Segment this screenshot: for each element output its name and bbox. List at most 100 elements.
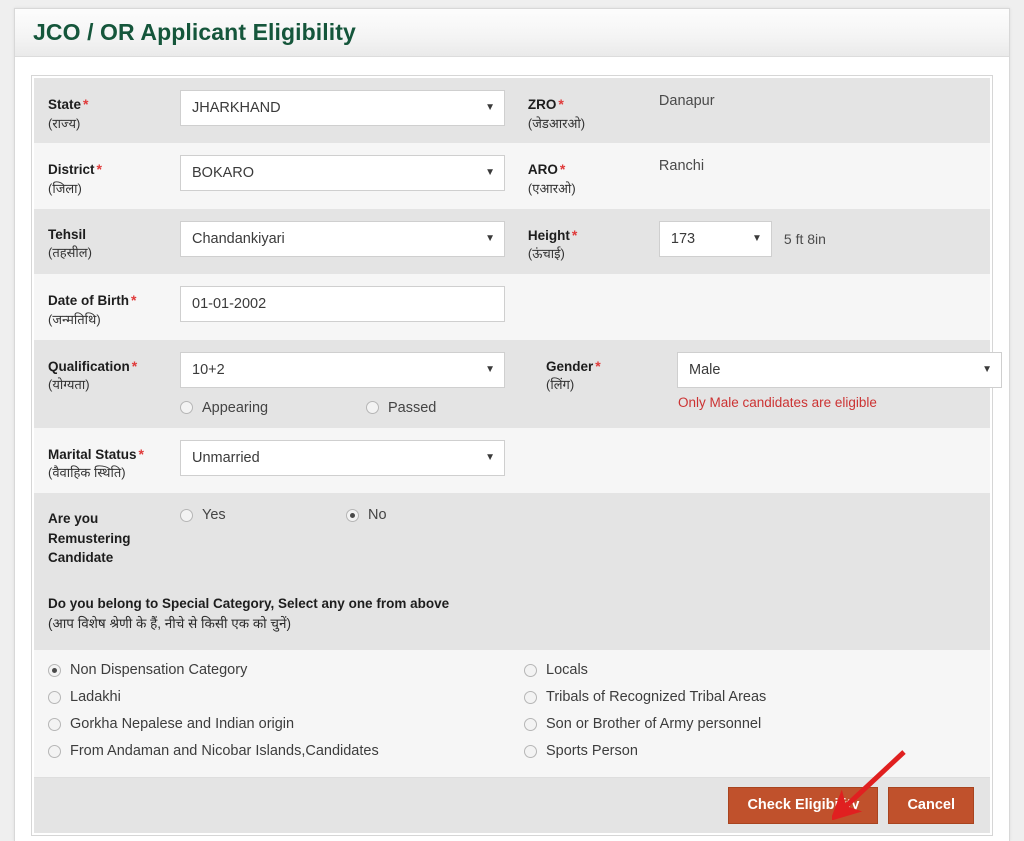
- radio-sports-person-icon[interactable]: [524, 744, 537, 758]
- gender-required-asterisk: *: [595, 357, 601, 374]
- qualification-label-hi: (योग्यता): [48, 377, 90, 393]
- check-eligibility-button[interactable]: Check Eligibility: [728, 787, 879, 824]
- radio-ladakhi-icon[interactable]: [48, 690, 61, 704]
- district-label: District * (जिला): [34, 143, 180, 208]
- dob-label: Date of Birth * (जन्मतिथि): [34, 274, 180, 339]
- qualification-select-value: 10+2: [192, 361, 225, 378]
- form-footer: Check Eligibility Cancel: [34, 777, 990, 834]
- chevron-down-icon: ▼: [485, 102, 495, 113]
- marital-status-label-hi: (वैवाहिक स्थिति): [48, 465, 126, 481]
- remustering-option-no[interactable]: No: [346, 507, 387, 523]
- chevron-down-icon: ▼: [485, 167, 495, 179]
- state-label: State * (राज्य): [34, 78, 180, 143]
- aro-value: Ranchi: [658, 158, 705, 175]
- special-category-option-gorkha-label: Gorkha Nepalese and Indian origin: [70, 716, 295, 733]
- tehsil-select-value: Chandankiyari: [192, 230, 285, 247]
- dob-input[interactable]: 01-01-2002: [180, 286, 505, 323]
- radio-remustering-no-icon[interactable]: [346, 508, 359, 522]
- form-row-qualification-gender: Qualification * (योग्यता) 10+2 ▼ Appeari…: [34, 339, 1002, 428]
- special-category-right-column: Locals Tribals of Recognized Tribal Area…: [512, 662, 976, 759]
- special-category-option-army-relative[interactable]: Son or Brother of Army personnel: [524, 716, 976, 732]
- tehsil-select[interactable]: Chandankiyari ▼: [180, 220, 505, 257]
- district-label-en: District: [48, 162, 95, 178]
- dob-control: 01-01-2002: [180, 274, 505, 332]
- radio-passed-icon[interactable]: [366, 401, 379, 415]
- qualification-select[interactable]: 10+2 ▼: [180, 351, 505, 388]
- page-root: JCO / OR Applicant Eligibility State * (र…: [0, 0, 1024, 841]
- state-control: JHARKHAND ▼: [180, 78, 505, 136]
- special-category-option-tribals-label: Tribals of Recognized Tribal Areas: [546, 689, 767, 706]
- qualification-option-passed[interactable]: Passed: [366, 400, 552, 416]
- radio-locals-icon[interactable]: [524, 663, 537, 677]
- remustering-options: Yes No: [180, 493, 387, 523]
- qualification-option-appearing-label: Appearing: [202, 399, 269, 416]
- gender-select[interactable]: Male ▼: [677, 351, 1002, 388]
- special-category-option-non-dispensation-label: Non Dispensation Category: [70, 662, 248, 679]
- zro-label-hi: (जेडआरओ): [527, 115, 586, 131]
- special-category-option-locals[interactable]: Locals: [524, 662, 976, 678]
- cancel-button[interactable]: Cancel: [888, 787, 974, 824]
- special-category-options: Non Dispensation Category Ladakhi Gorkha…: [34, 650, 990, 778]
- special-category-option-sports-person[interactable]: Sports Person: [524, 743, 976, 759]
- tehsil-label: Tehsil (तहसील): [34, 209, 180, 273]
- radio-andaman-icon[interactable]: [48, 744, 61, 758]
- special-category-option-ladakhi[interactable]: Ladakhi: [48, 689, 512, 705]
- radio-gorkha-icon[interactable]: [48, 717, 61, 731]
- qualification-required-asterisk: *: [131, 357, 138, 374]
- height-select-value: 173: [670, 230, 696, 247]
- radio-non-dispensation-icon[interactable]: [48, 663, 61, 677]
- form-row-state-zro: State * (राज्य) JHARKHAND ▼ ZRO * (जेडआर…: [34, 78, 990, 144]
- special-category-heading-hi: (आप विशेष श्रेणी के हैं, नीचे से किसी एक…: [48, 615, 291, 631]
- aro-label-en: ARO: [527, 162, 558, 178]
- form-row-tehsil-height: Tehsil (तहसील) Chandankiyari ▼ Height * …: [34, 208, 990, 275]
- district-select[interactable]: BOKARO ▼: [180, 155, 505, 192]
- special-category-option-tribals[interactable]: Tribals of Recognized Tribal Areas: [524, 689, 976, 705]
- aro-required-asterisk: *: [559, 161, 566, 178]
- qualification-option-appearing[interactable]: Appearing: [180, 400, 366, 416]
- radio-tribals-icon[interactable]: [524, 690, 537, 704]
- radio-appearing-icon[interactable]: [180, 401, 193, 415]
- special-category-option-non-dispensation[interactable]: Non Dispensation Category: [48, 662, 512, 678]
- marital-status-select[interactable]: Unmarried ▼: [180, 439, 505, 476]
- remustering-row-spacer: [514, 493, 990, 578]
- marital-status-required-asterisk: *: [138, 445, 144, 462]
- field-dob: Date of Birth * (जन्मतिथि) 01-01-2002: [34, 274, 514, 339]
- app-window: JCO / OR Applicant Eligibility State * (र…: [14, 8, 1010, 841]
- tehsil-control: Chandankiyari ▼: [180, 209, 505, 267]
- qualification-label: Qualification * (योग्यता): [34, 340, 180, 428]
- height-required-asterisk: *: [571, 226, 578, 243]
- gender-select-value: Male: [689, 361, 721, 378]
- remustering-label: Are you Remustering Candidate: [34, 493, 180, 578]
- aro-label-hi: (एआरओ): [527, 180, 576, 196]
- remustering-option-yes-label: Yes: [202, 507, 226, 524]
- field-zro: ZRO * (जेडआरओ) Danapur: [514, 78, 990, 143]
- marital-status-control: Unmarried ▼: [180, 428, 505, 486]
- page-title: JCO / OR Applicant Eligibility: [33, 19, 356, 45]
- height-select[interactable]: 173 ▼: [658, 220, 772, 257]
- state-select[interactable]: JHARKHAND ▼: [180, 90, 505, 126]
- zro-label-en: ZRO: [527, 97, 557, 112]
- eligibility-form: State * (राज्य) JHARKHAND ▼ ZRO * (जेडआर…: [32, 76, 1002, 835]
- qualification-control: 10+2 ▼: [180, 340, 552, 398]
- marital-status-label-en: Marital Status: [48, 446, 137, 462]
- remustering-option-yes[interactable]: Yes: [180, 507, 346, 523]
- aro-label: ARO * (एआरओ): [514, 143, 659, 208]
- gender-label-en: Gender: [546, 358, 594, 374]
- district-label-hi: (जिला): [48, 180, 82, 196]
- gender-label: Gender * (लिंग): [532, 340, 677, 405]
- special-category-option-ladakhi-label: Ladakhi: [70, 689, 121, 706]
- radio-remustering-yes-icon[interactable]: [180, 508, 193, 522]
- special-category-option-gorkha[interactable]: Gorkha Nepalese and Indian origin: [48, 716, 512, 732]
- marital-status-select-value: Unmarried: [192, 449, 260, 466]
- district-control: BOKARO ▼: [180, 143, 505, 201]
- remustering-label-line2: Candidate: [48, 550, 114, 566]
- remustering-label-line1: Are you Remustering: [48, 511, 131, 546]
- height-control: 173 ▼ 5 ft 8in: [658, 209, 826, 267]
- radio-army-relative-icon[interactable]: [524, 717, 537, 731]
- remustering-option-no-label: No: [368, 507, 387, 524]
- field-tehsil: Tehsil (तहसील) Chandankiyari ▼: [34, 209, 514, 274]
- field-height: Height * (ऊंचाई) 173 ▼ 5 ft 8in: [514, 209, 990, 274]
- chevron-down-icon: ▼: [485, 363, 495, 375]
- height-label-hi: (ऊंचाई): [527, 246, 565, 262]
- special-category-option-andaman[interactable]: From Andaman and Nicobar Islands,Candida…: [48, 743, 512, 759]
